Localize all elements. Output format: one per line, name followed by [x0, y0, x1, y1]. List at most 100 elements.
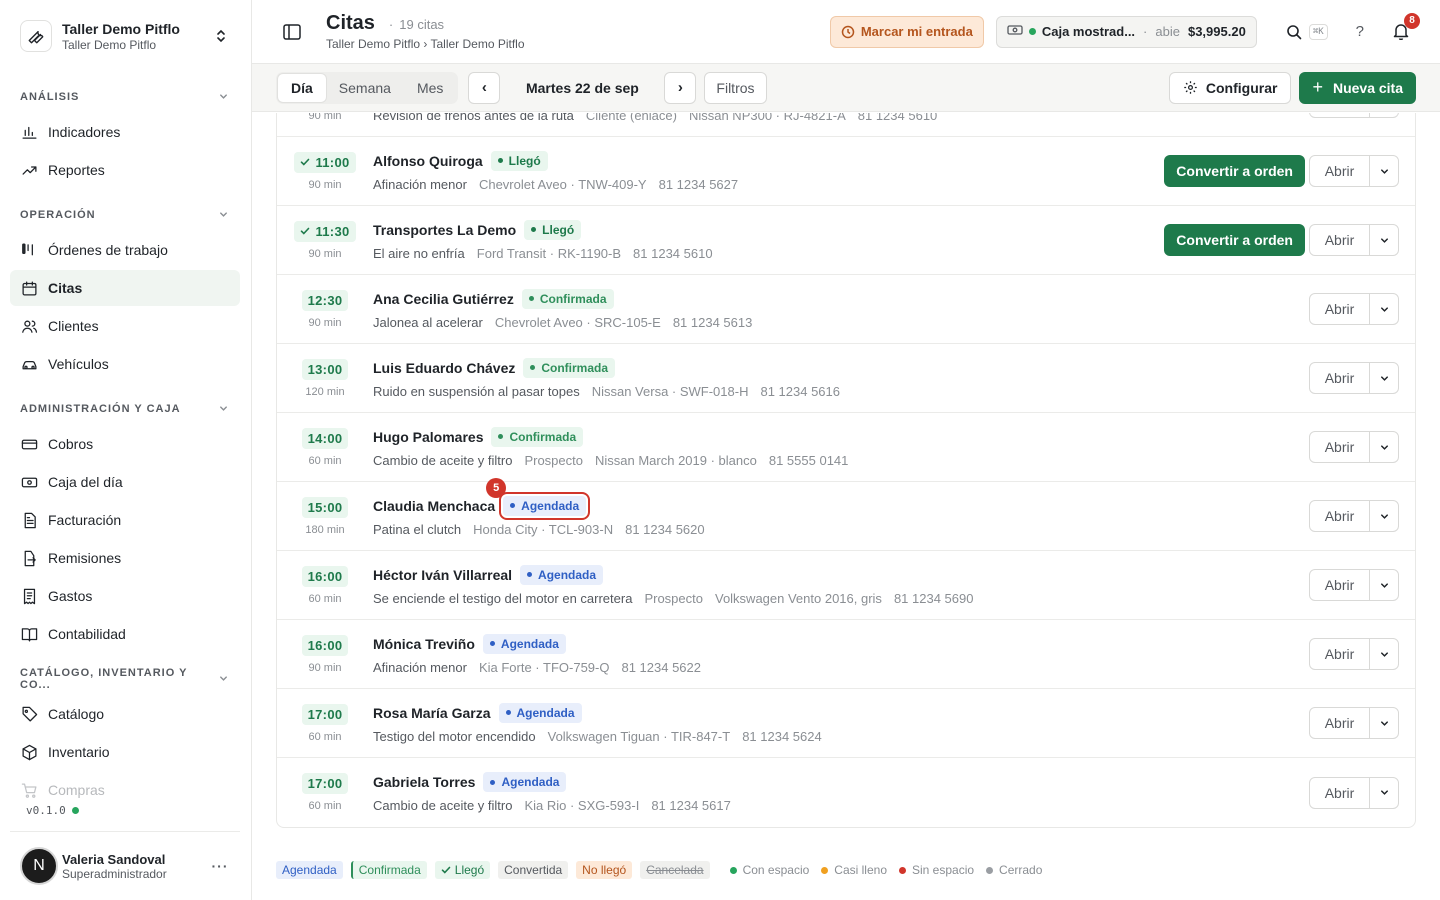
cash-register-selector[interactable]: Caja mostrad... abie $3,995.20 — [995, 15, 1257, 48]
sidebar-section-3[interactable]: CATÁLOGO, INVENTARIO Y CO... — [10, 662, 240, 696]
sidebar-item-facturacion[interactable]: Facturación — [10, 502, 240, 538]
sidebar-item-ordenes-de-trabajo[interactable]: Órdenes de trabajo — [10, 232, 240, 268]
appointment-details: Patina el clutch Honda City · TCL-903-N 81… — [373, 522, 1309, 537]
appointment-row[interactable]: 14:00 60 min Hugo Palomares Confirmada Cambi… — [277, 413, 1415, 482]
help-icon[interactable]: ? — [1356, 23, 1364, 40]
open-button[interactable]: Abrir — [1310, 432, 1370, 462]
open-button[interactable]: Abrir — [1310, 777, 1370, 808]
sidebar-section-1[interactable]: OPERACIÓN — [10, 198, 240, 232]
appointment-row[interactable]: 11:30 90 min Transportes La Demo Llegó El ai… — [277, 206, 1415, 275]
search-icon[interactable] — [1283, 21, 1305, 43]
status-badge: Agendada — [498, 702, 582, 723]
chevron-down-icon[interactable] — [1370, 113, 1398, 117]
open-split-button: Abrir — [1309, 776, 1399, 809]
chevron-down-icon[interactable] — [1370, 156, 1398, 186]
sidebar-item-caja-del-dia[interactable]: Caja del día — [10, 464, 240, 500]
user-card[interactable]: N Valeria Sandoval Superadministrador ··… — [10, 831, 240, 900]
open-split-button: Abrir — [1309, 362, 1399, 394]
sidebar-item-clientes[interactable]: Clientes — [10, 308, 240, 344]
sidebar-item-catalogo[interactable]: Catálogo — [10, 696, 240, 732]
cash-icon — [1007, 24, 1023, 39]
appointment-row[interactable]: 15:00 180 min Claudia Menchaca Agendada 5 Pat… — [277, 477, 1415, 551]
tab-view-2[interactable]: Mes — [404, 74, 456, 102]
sidebar-section-0[interactable]: ANÁLISIS — [10, 80, 240, 114]
clock-in-button[interactable]: Marcar mi entrada — [829, 15, 984, 48]
sidebar-section-2[interactable]: ADMINISTRACIÓN Y CAJA — [10, 392, 240, 426]
open-button[interactable]: Abrir — [1310, 156, 1370, 186]
chevron-down-icon[interactable] — [1370, 225, 1398, 255]
clock-in-label: Marcar mi entrada — [860, 24, 973, 39]
convert-to-order-button[interactable]: Convertir a orden — [1164, 155, 1305, 187]
chevron-down-icon[interactable] — [1370, 570, 1398, 600]
sidebar-item-remisiones[interactable]: Remisiones — [10, 540, 240, 576]
cash-register-state: abie — [1143, 24, 1180, 39]
prev-day-button[interactable]: ‹ — [468, 71, 501, 104]
detail-item: Honda City · TCL-903-N — [473, 521, 614, 537]
sidebar-item-citas[interactable]: Citas — [10, 270, 240, 306]
legend-status-label: Cancelada — [646, 863, 704, 877]
row-actions: Abrir — [1309, 638, 1399, 670]
sidebar-toggle-icon[interactable] — [282, 22, 302, 42]
workspace-switcher[interactable]: Taller Demo Pitflo Taller Demo Pitflo — [20, 18, 235, 54]
chevron-down-icon[interactable] — [1370, 708, 1398, 738]
appointment-duration: 60 min — [308, 454, 342, 467]
sidebar-item-indicadores[interactable]: Indicadores — [10, 114, 240, 150]
sidebar-item-vehiculos[interactable]: Vehículos — [10, 346, 240, 382]
sidebar-item-compras[interactable]: Compras — [10, 772, 240, 800]
tab-view-0[interactable]: Día — [278, 73, 326, 102]
appointment-row[interactable]: 12:30 90 min Ana Cecilia Gutiérrez Confirma… — [277, 275, 1415, 344]
legend-capacity-label: Con espacio — [742, 863, 810, 877]
detail-item: Chevrolet Aveo · TNW-409-Y — [478, 176, 647, 192]
detail-item: Ruido en suspensión al pasar topes — [373, 383, 580, 399]
appointment-row[interactable]: 11:0090 minTransportes La DemoConfirmada… — [277, 113, 1415, 137]
chevron-down-icon[interactable] — [1370, 639, 1398, 669]
check-icon — [300, 157, 310, 167]
chevron-down-icon[interactable] — [1370, 778, 1398, 808]
trend-up-icon — [20, 161, 38, 179]
detail-item: Testigo del motor encendido — [373, 728, 536, 744]
next-day-button[interactable]: › — [664, 71, 697, 104]
avatar: N — [20, 847, 58, 885]
detail-item: 81 1234 5624 — [742, 728, 822, 744]
convert-to-order-button[interactable]: Convertir a orden — [1164, 224, 1305, 256]
open-button[interactable]: Abrir — [1310, 225, 1370, 255]
name-row: Luis Eduardo Chávez Confirmada — [373, 357, 1309, 378]
appointment-row[interactable]: 16:00 60 min Héctor Iván Villarreal Agendad… — [277, 551, 1415, 620]
time-column: 17:00 60 min — [277, 773, 373, 812]
chevron-down-icon[interactable] — [1370, 363, 1398, 393]
bell-icon[interactable]: 8 — [1390, 12, 1420, 43]
sidebar-item-contabilidad[interactable]: Contabilidad — [10, 616, 240, 652]
sidebar-item-label: Reportes — [48, 162, 105, 178]
tab-view-1[interactable]: Semana — [326, 74, 404, 102]
sidebar-item-inventario[interactable]: Inventario — [10, 734, 240, 770]
appointment-list-viewport[interactable]: 11:0090 minTransportes La DemoConfirmada… — [276, 113, 1416, 847]
legend-status-label: No llegó — [582, 863, 627, 877]
chevron-down-icon[interactable] — [1370, 501, 1398, 531]
open-button[interactable]: Abrir — [1310, 113, 1370, 117]
sidebar-item-cobros[interactable]: Cobros — [10, 426, 240, 462]
appointment-row[interactable]: 13:00 120 min Luis Eduardo Chávez Confirmad… — [277, 344, 1415, 413]
appointment-row[interactable]: 16:00 90 min Mónica Treviño Agendada Afinaci… — [277, 620, 1415, 689]
appointment-row[interactable]: 17:00 60 min Gabriela Torres Agendada Cambio… — [277, 758, 1415, 827]
appointment-row[interactable]: 17:00 60 min Rosa María Garza Agendada Testi… — [277, 689, 1415, 758]
appointment-duration: 90 min — [308, 661, 342, 674]
sidebar-item-gastos[interactable]: Gastos — [10, 578, 240, 614]
open-button[interactable]: Abrir — [1310, 363, 1370, 393]
filters-button[interactable]: Filtros — [704, 71, 767, 104]
open-button[interactable]: Abrir — [1310, 294, 1370, 324]
open-button[interactable]: Abrir — [1310, 501, 1370, 531]
sidebar-item-label: Indicadores — [48, 124, 121, 140]
chevron-down-icon[interactable] — [1370, 432, 1398, 462]
open-button[interactable]: Abrir — [1310, 708, 1370, 738]
appointment-row[interactable]: 11:00 90 min Alfonso Quiroga Llegó Afinación… — [277, 137, 1415, 206]
detail-item: Nissan NP300 · RJ-4821-A — [688, 113, 846, 123]
more-icon[interactable]: ··· — [210, 858, 230, 874]
open-button[interactable]: Abrir — [1310, 639, 1370, 669]
new-appointment-button[interactable]: + Nueva cita — [1299, 71, 1416, 104]
chevron-down-icon[interactable] — [1370, 294, 1398, 324]
detail-item: 81 1234 5616 — [760, 383, 840, 399]
sidebar-item-reportes[interactable]: Reportes — [10, 152, 240, 188]
open-button[interactable]: Abrir — [1310, 570, 1370, 600]
current-date: Martes 22 de sep — [525, 79, 639, 96]
configure-button[interactable]: Configurar — [1168, 71, 1292, 104]
